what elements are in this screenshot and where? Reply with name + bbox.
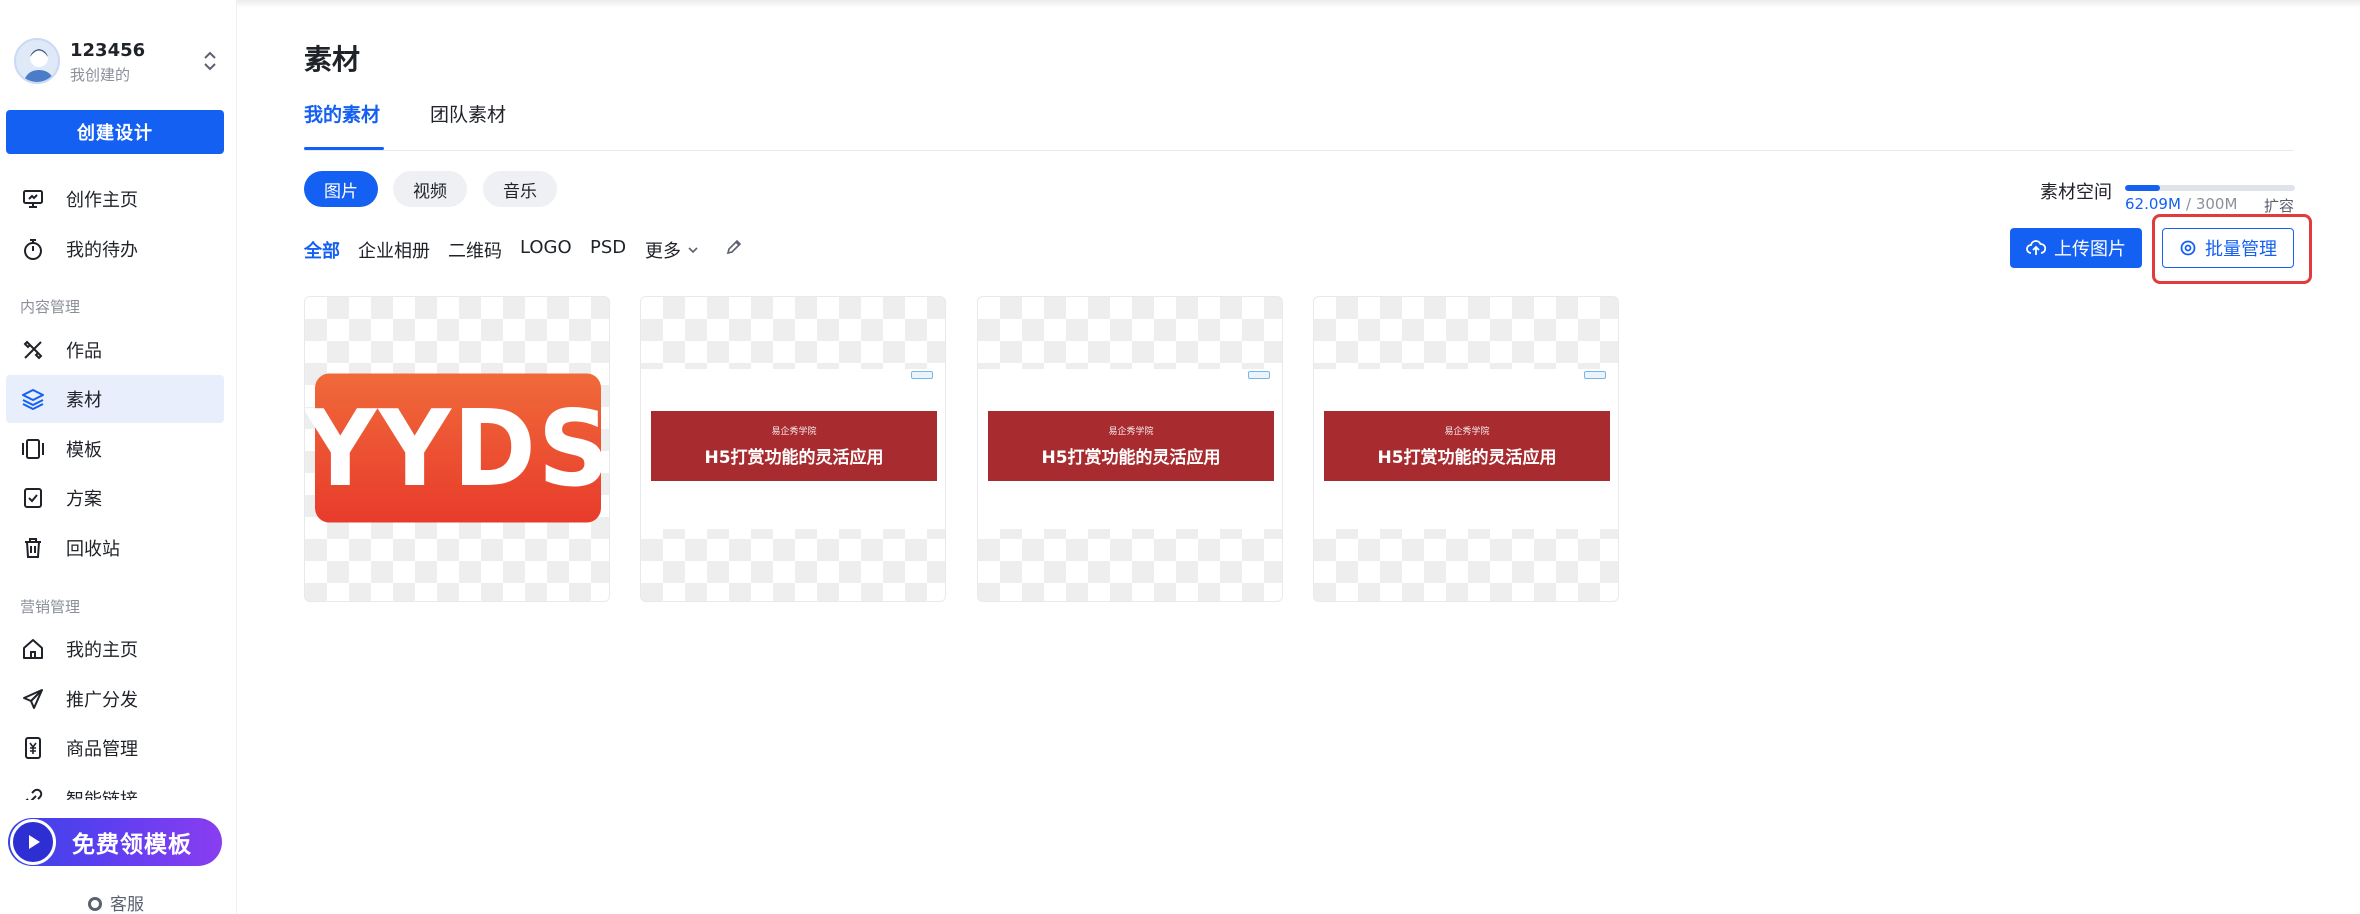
filter-all[interactable]: 全部 xyxy=(304,237,340,263)
storage-progress-fill xyxy=(2125,185,2161,191)
home-icon xyxy=(20,636,46,662)
sidebar-item-label: 模板 xyxy=(66,440,102,461)
free-template-banner[interactable]: 免费领模板 xyxy=(8,818,222,866)
tab-team-materials[interactable]: 团队素材 xyxy=(430,100,506,127)
link-icon xyxy=(20,786,46,800)
group-title-marketing: 营销管理 xyxy=(20,598,81,616)
tab-divider xyxy=(304,150,2294,151)
sidebar-item-my-homepage[interactable]: 我的主页 xyxy=(6,625,224,673)
sidebar-item-works[interactable]: 作品 xyxy=(6,326,224,374)
sidebar-item-creation-home[interactable]: 创作主页 xyxy=(6,175,224,223)
sidebar-item-label: 素材 xyxy=(66,390,102,411)
account-switcher[interactable]: 123456 我创建的 xyxy=(14,36,224,86)
yyds-logo-image: YYDS xyxy=(305,373,609,523)
banner-image: 易企秀学院 H5打赏功能的灵活应用 xyxy=(651,411,937,481)
chevron-down-icon xyxy=(687,244,699,256)
sidebar-item-label: 创作主页 xyxy=(66,190,138,211)
banner-logo-mark xyxy=(1584,371,1606,379)
banner-title: H5打赏功能的灵活应用 xyxy=(1377,448,1557,468)
banner-subtitle: 易企秀学院 xyxy=(771,427,817,437)
chevron-updown-icon[interactable] xyxy=(200,48,220,74)
sidebar-item-label: 推广分发 xyxy=(66,690,138,711)
sidebar-item-label: 商品管理 xyxy=(66,739,138,760)
type-tab-music[interactable]: 音乐 xyxy=(483,171,557,207)
storage-total-value: 300M xyxy=(2195,195,2238,213)
sidebar-item-label: 方案 xyxy=(66,489,102,510)
material-thumbnail[interactable]: YYDS xyxy=(304,296,610,602)
tab-my-materials[interactable]: 我的素材 xyxy=(304,100,380,127)
storage-used: 62.09M xyxy=(2125,195,2181,213)
sidebar-item-promotion[interactable]: 推广分发 xyxy=(6,675,224,723)
avatar xyxy=(14,38,60,84)
carousel-icon xyxy=(20,436,46,462)
headset-icon xyxy=(86,894,104,912)
filter-album[interactable]: 企业相册 xyxy=(358,237,430,263)
service-label: 客服 xyxy=(110,895,144,914)
expand-storage-link[interactable]: 扩容 xyxy=(2264,195,2294,216)
type-tab-videos[interactable]: 视频 xyxy=(393,171,467,207)
material-thumbnail[interactable]: 易企秀学院 H5打赏功能的灵活应用 xyxy=(977,296,1283,602)
banner-image: 易企秀学院 H5打赏功能的灵活应用 xyxy=(1324,411,1610,481)
storage-total: / 300M xyxy=(2186,195,2237,213)
sidebar-item-label: 我的主页 xyxy=(66,640,138,661)
monitor-icon xyxy=(20,186,46,212)
sidebar-item-label: 回收站 xyxy=(66,539,120,560)
sidebar-item-templates[interactable]: 模板 xyxy=(6,425,224,473)
tools-icon xyxy=(20,337,46,363)
layers-icon xyxy=(20,386,46,412)
upload-image-button[interactable]: 上传图片 xyxy=(2010,228,2142,268)
banner-title: H5打赏功能的灵活应用 xyxy=(1041,448,1221,468)
sidebar-item-materials[interactable]: 素材 xyxy=(6,375,224,423)
top-edge xyxy=(237,0,2360,8)
page-title: 素材 xyxy=(304,43,361,76)
sidebar-item-label: 作品 xyxy=(66,341,102,362)
account-name: 123456 xyxy=(70,40,146,61)
banner-image: 易企秀学院 H5打赏功能的灵活应用 xyxy=(988,411,1274,481)
banner-logo-mark xyxy=(911,371,933,379)
filter-qrcode[interactable]: 二维码 xyxy=(448,237,502,263)
product-icon xyxy=(20,735,46,761)
highlight-annotation-box xyxy=(2152,214,2312,284)
sidebar-item-label: 智能链接 xyxy=(66,786,138,800)
storage-progress-bar xyxy=(2125,185,2295,191)
upload-label: 上传图片 xyxy=(2054,239,2126,260)
sidebar-item-todo[interactable]: 我的待办 xyxy=(6,225,224,273)
filter-more-label: 更多 xyxy=(645,241,681,262)
send-icon xyxy=(20,686,46,712)
checklist-icon xyxy=(20,485,46,511)
storage-label: 素材空间 xyxy=(2040,182,2112,203)
material-thumbnail[interactable]: 易企秀学院 H5打赏功能的灵活应用 xyxy=(640,296,946,602)
play-icon xyxy=(10,819,56,865)
trash-icon xyxy=(20,535,46,561)
promo-label: 免费领模板 xyxy=(72,832,192,858)
banner-logo-mark xyxy=(1248,371,1270,379)
account-subtitle: 我创建的 xyxy=(70,66,131,84)
create-design-button[interactable]: 创建设计 xyxy=(6,110,224,154)
banner-title: H5打赏功能的灵活应用 xyxy=(704,448,884,468)
edit-filters-pencil-icon[interactable] xyxy=(725,238,743,260)
sidebar-item-products[interactable]: 商品管理 xyxy=(6,724,224,772)
filter-logo[interactable]: LOGO xyxy=(520,237,572,258)
filter-psd[interactable]: PSD xyxy=(590,237,626,258)
filter-more-dropdown[interactable]: 更多 xyxy=(645,237,699,263)
sidebar-item-plans[interactable]: 方案 xyxy=(6,474,224,522)
banner-subtitle: 易企秀学院 xyxy=(1444,427,1490,437)
storage-separator: / xyxy=(2186,195,2192,213)
cloud-upload-icon xyxy=(2026,239,2046,257)
type-tab-images[interactable]: 图片 xyxy=(304,171,378,207)
sidebar-item-smart-link[interactable]: 智能链接 xyxy=(6,774,224,800)
sidebar: 123456 我创建的 创建设计 创作主页 我的待办 内容管理 作品 素材 模板… xyxy=(0,0,237,914)
customer-service-link[interactable]: 客服 xyxy=(86,890,144,914)
group-title-content: 内容管理 xyxy=(20,298,81,316)
sidebar-item-recycle-bin[interactable]: 回收站 xyxy=(6,524,224,572)
stopwatch-icon xyxy=(20,236,46,262)
banner-subtitle: 易企秀学院 xyxy=(1108,427,1154,437)
sidebar-item-label: 我的待办 xyxy=(66,240,138,261)
material-thumbnail[interactable]: 易企秀学院 H5打赏功能的灵活应用 xyxy=(1313,296,1619,602)
